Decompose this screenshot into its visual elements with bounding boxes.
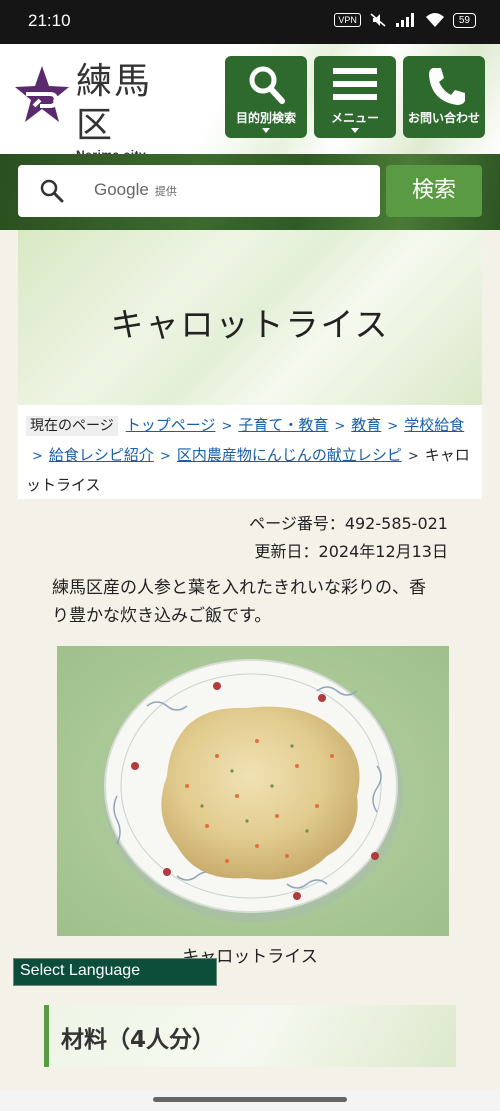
menu-label: メニュー xyxy=(330,111,379,125)
breadcrumb-link-top[interactable]: トップページ xyxy=(126,416,216,434)
chevron-right-icon: > xyxy=(159,449,171,464)
ingredients-heading: 材料（4人分） xyxy=(61,1027,216,1053)
search-icon xyxy=(40,179,64,203)
page-description: 練馬区産の人参と葉を入れたきれいな彩りの、香り豊かな炊き込みご飯です。 xyxy=(52,578,426,626)
phone-icon xyxy=(429,68,465,105)
search-bar: Google 提供 検索 xyxy=(0,154,500,230)
chevron-right-icon: > xyxy=(221,419,233,434)
language-select[interactable]: Select Language xyxy=(13,958,217,986)
page-number: ページ番号：492-585-021 xyxy=(249,514,448,533)
chevron-down-icon xyxy=(351,128,359,133)
battery-icon: 59 xyxy=(452,12,476,28)
chevron-down-icon xyxy=(262,128,270,133)
page-title-banner: キャロットライス xyxy=(18,230,482,405)
logo-name: 練馬区 xyxy=(76,61,153,146)
recipe-photo xyxy=(57,646,449,936)
menu-button[interactable]: メニュー xyxy=(314,56,396,138)
purpose-search-label: 目的別検索 xyxy=(235,111,296,125)
breadcrumb-link-school-lunch[interactable]: 学校給食 xyxy=(404,416,464,434)
chevron-right-icon: > xyxy=(407,449,419,464)
breadcrumb-link-lunch-recipes[interactable]: 給食レシピ紹介 xyxy=(49,446,154,464)
purpose-search-button[interactable]: 目的別検索 xyxy=(225,56,307,138)
breadcrumb-link-education[interactable]: 教育 xyxy=(351,416,381,434)
status-icons: VPN 59 xyxy=(334,12,476,28)
breadcrumb-here-label: 現在のページ xyxy=(26,416,118,436)
breadcrumb-link-carrot-menu[interactable]: 区内農産物にんじんの献立レシピ xyxy=(177,446,402,464)
page-title: キャロットライス xyxy=(110,305,390,344)
breadcrumb-link-childcare[interactable]: 子育て・教育 xyxy=(238,416,328,434)
ingredients-section: 材料（4人分） xyxy=(44,1005,456,1067)
page-meta: ページ番号：492-585-021 更新日：2024年12月13日 xyxy=(249,510,448,566)
wifi-icon xyxy=(425,13,444,27)
nerima-star-icon xyxy=(15,66,69,122)
chevron-right-icon: > xyxy=(387,419,399,434)
system-nav-bar xyxy=(0,1090,500,1111)
contact-button[interactable]: お問い合わせ xyxy=(403,56,485,138)
search-placeholder: Google 提供 xyxy=(94,180,177,199)
search-button[interactable]: 検索 xyxy=(386,165,482,217)
breadcrumb: 現在のページ トップページ > 子育て・教育 > 教育 > 学校給食 > 給食レシピ紹介 > 区内農産… xyxy=(18,405,482,499)
status-bar: 21:10 VPN 59 xyxy=(0,0,500,44)
search-icon xyxy=(249,66,285,104)
chevron-right-icon: > xyxy=(32,449,43,464)
signal-icon xyxy=(395,13,414,27)
home-gesture-handle[interactable] xyxy=(153,1097,347,1102)
updated-date: 更新日：2024年12月13日 xyxy=(254,542,448,561)
chevron-right-icon: > xyxy=(334,419,346,434)
site-header: 練馬区 Nerima city office 目的別検索 メニュー お問い合わせ xyxy=(0,44,500,176)
search-input[interactable]: Google 提供 xyxy=(18,165,380,217)
mute-icon xyxy=(370,13,386,27)
clock: 21:10 xyxy=(28,11,71,30)
carrot-rice-image xyxy=(57,646,449,936)
menu-icon xyxy=(333,68,377,100)
contact-label: お問い合わせ xyxy=(407,111,480,125)
site-logo[interactable]: 練馬区 Nerima city office xyxy=(14,60,184,176)
vpn-icon: VPN xyxy=(334,13,361,27)
